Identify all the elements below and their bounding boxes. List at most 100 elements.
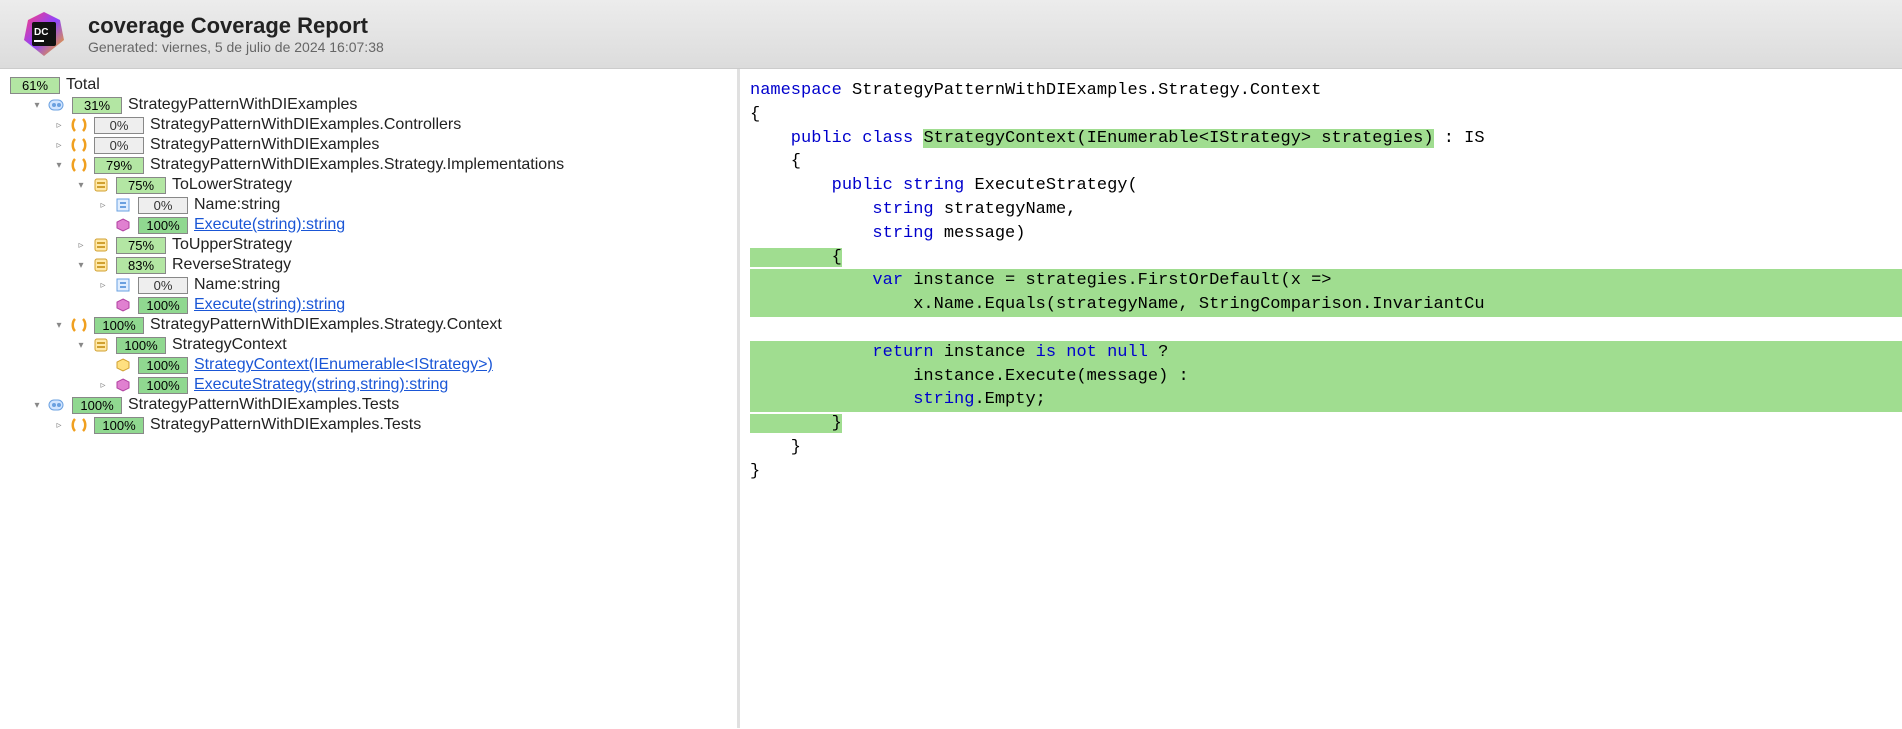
method-icon — [114, 356, 132, 374]
tree-node-method[interactable]: ▹ 100% Execute(string):string — [10, 215, 727, 235]
coverage-badge: 75% — [116, 237, 166, 254]
code-text: ? — [1148, 343, 1168, 362]
tree-label: StrategyPatternWithDIExamples — [128, 96, 357, 114]
tree-node-class[interactable]: ▾ 75% ToLowerStrategy — [10, 175, 727, 195]
tree-label: ReverseStrategy — [172, 256, 291, 274]
code-text: : IS — [1434, 129, 1485, 148]
expand-toggle-icon[interactable]: ▹ — [76, 240, 86, 251]
tree-label: StrategyContext — [172, 336, 287, 354]
coverage-badge: 100% — [72, 397, 122, 414]
expand-toggle-icon[interactable]: ▹ — [98, 380, 108, 391]
coverage-badge: 100% — [138, 297, 188, 314]
title-block: coverage Coverage Report Generated: vier… — [88, 13, 384, 55]
expand-toggle-icon[interactable]: ▹ — [54, 120, 64, 131]
method-icon — [114, 296, 132, 314]
method-link[interactable]: ExecuteStrategy(string,string):string — [194, 376, 448, 394]
expand-toggle-icon[interactable]: ▾ — [76, 180, 86, 191]
expand-toggle-icon[interactable]: ▹ — [54, 420, 64, 431]
code-text: { — [750, 103, 1902, 127]
code-keyword: namespace — [750, 81, 842, 100]
expand-toggle-icon[interactable]: ▾ — [32, 400, 42, 411]
expand-toggle-icon[interactable]: ▹ — [98, 280, 108, 291]
tree-node-namespace[interactable]: ▹ 0% StrategyPatternWithDIExamples.Contr… — [10, 115, 727, 135]
tree-node-namespace[interactable]: ▾ 100% StrategyPatternWithDIExamples.Str… — [10, 315, 727, 335]
coverage-badge: 61% — [10, 77, 60, 94]
coverage-badge: 0% — [138, 277, 188, 294]
tree-total[interactable]: 61% Total — [10, 75, 727, 95]
covered-code: StrategyContext(IEnumerable<IStrategy> s… — [923, 129, 1433, 148]
svg-text:DC: DC — [34, 27, 48, 38]
tree-node-constructor[interactable]: ▹ 100% StrategyContext(IEnumerable<IStra… — [10, 355, 727, 375]
method-link[interactable]: Execute(string):string — [194, 296, 345, 314]
tree-label: StrategyPatternWithDIExamples.Strategy.I… — [150, 156, 564, 174]
code-text: } — [750, 436, 1902, 460]
page-subtitle: Generated: viernes, 5 de julio de 2024 1… — [88, 39, 384, 55]
expand-toggle-icon[interactable]: ▾ — [54, 320, 64, 331]
tree-node-assembly[interactable]: ▾ 100% StrategyPatternWithDIExamples.Tes… — [10, 395, 727, 415]
tree-label: StrategyPatternWithDIExamples.Tests — [150, 416, 421, 434]
namespace-icon — [70, 416, 88, 434]
tree-node-property[interactable]: ▹ 0% Name:string — [10, 275, 727, 295]
expand-toggle-icon[interactable]: ▾ — [76, 340, 86, 351]
code-text: .Empty; — [974, 390, 1045, 409]
code-text: message) — [934, 224, 1026, 243]
class-icon — [92, 236, 110, 254]
expand-toggle-icon[interactable]: ▾ — [54, 160, 64, 171]
method-link[interactable]: Execute(string):string — [194, 216, 345, 234]
method-icon — [114, 216, 132, 234]
dotcover-logo-icon: DC — [20, 10, 68, 58]
tree-node-assembly[interactable]: ▾ 31% StrategyPatternWithDIExamples — [10, 95, 727, 115]
tree-label: Name:string — [194, 196, 280, 214]
tree-label: StrategyPatternWithDIExamples.Tests — [128, 396, 399, 414]
tree-label: Total — [66, 76, 100, 94]
tree-node-namespace[interactable]: ▾ 79% StrategyPatternWithDIExamples.Stra… — [10, 155, 727, 175]
expand-toggle-icon[interactable]: ▹ — [98, 200, 108, 211]
covered-code: return instance is not null ? — [750, 341, 1902, 365]
tree-node-namespace[interactable]: ▹ 100% StrategyPatternWithDIExamples.Tes… — [10, 415, 727, 435]
namespace-icon — [70, 116, 88, 134]
assembly-icon — [48, 396, 66, 414]
code-text: { — [750, 150, 1902, 174]
code-text: ExecuteStrategy( — [964, 176, 1137, 195]
expand-toggle-icon[interactable]: ▾ — [76, 260, 86, 271]
coverage-badge: 0% — [94, 117, 144, 134]
coverage-badge: 31% — [72, 97, 122, 114]
tree-node-property[interactable]: ▹ 0% Name:string — [10, 195, 727, 215]
code-keyword: return — [750, 343, 934, 362]
tree-node-class[interactable]: ▾ 100% StrategyContext — [10, 335, 727, 355]
coverage-badge: 0% — [94, 137, 144, 154]
namespace-icon — [70, 136, 88, 154]
code-text: } — [750, 460, 1902, 484]
tree-node-class[interactable]: ▹ 75% ToUpperStrategy — [10, 235, 727, 255]
code-text: strategyName, — [934, 200, 1077, 219]
tree-label: StrategyPatternWithDIExamples.Controller… — [150, 116, 461, 134]
covered-code: } — [750, 414, 842, 433]
tree-node-class[interactable]: ▾ 83% ReverseStrategy — [10, 255, 727, 275]
covered-code: var instance = strategies.FirstOrDefault… — [750, 269, 1902, 293]
tree-label: ToUpperStrategy — [172, 236, 292, 254]
source-code-view: namespace StrategyPatternWithDIExamples.… — [740, 69, 1902, 728]
class-icon — [92, 176, 110, 194]
covered-code: { — [750, 248, 842, 267]
code-text: StrategyPatternWithDIExamples.Strategy.C… — [842, 81, 1321, 100]
assembly-icon — [48, 96, 66, 114]
property-icon — [114, 276, 132, 294]
expand-toggle-icon[interactable]: ▹ — [54, 140, 64, 151]
tree-node-method[interactable]: ▹ 100% Execute(string):string — [10, 295, 727, 315]
covered-code: instance.Execute(message) : — [750, 365, 1902, 389]
method-link[interactable]: StrategyContext(IEnumerable<IStrategy>) — [194, 356, 493, 374]
tree-node-namespace[interactable]: ▹ 0% StrategyPatternWithDIExamples — [10, 135, 727, 155]
method-icon — [114, 376, 132, 394]
coverage-badge: 100% — [116, 337, 166, 354]
expand-toggle-icon[interactable]: ▾ — [32, 100, 42, 111]
code-blank — [750, 317, 1902, 341]
coverage-tree[interactable]: 61% Total ▾ 31% StrategyPatternWithDIExa… — [0, 69, 740, 728]
tree-node-method[interactable]: ▹ 100% ExecuteStrategy(string,string):st… — [10, 375, 727, 395]
page-title: coverage Coverage Report — [88, 13, 384, 39]
coverage-badge: 0% — [138, 197, 188, 214]
tree-label: Name:string — [194, 276, 280, 294]
covered-code: x.Name.Equals(strategyName, StringCompar… — [750, 293, 1902, 317]
code-keyword: var — [750, 271, 903, 290]
code-text: instance — [934, 343, 1036, 362]
main-area: 61% Total ▾ 31% StrategyPatternWithDIExa… — [0, 69, 1902, 728]
